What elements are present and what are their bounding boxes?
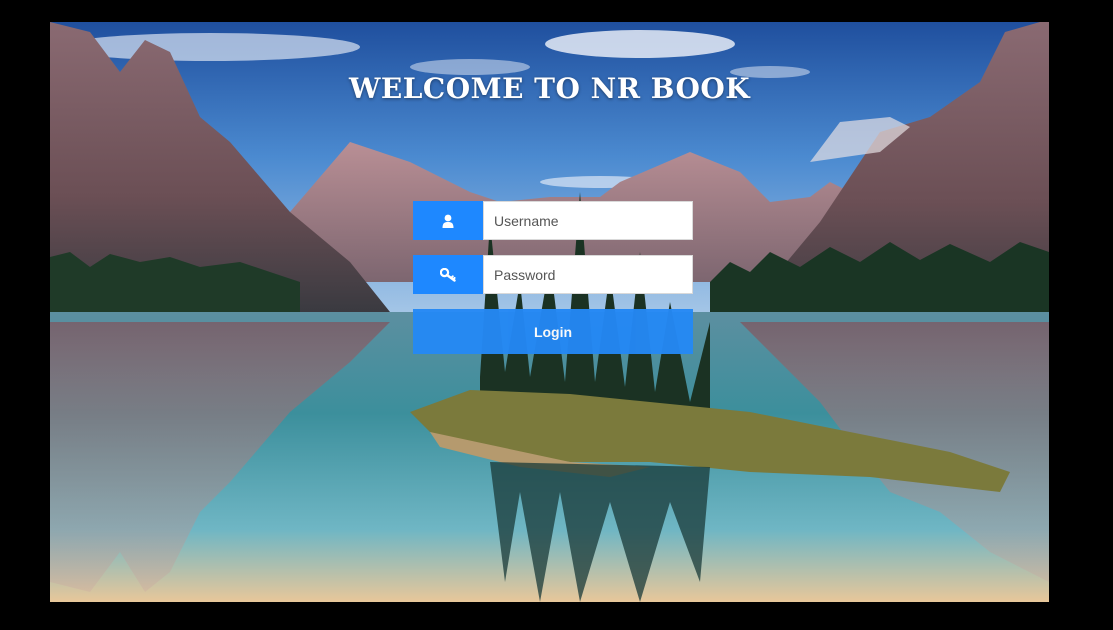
key-icon <box>413 255 483 294</box>
login-form: Login <box>413 201 693 354</box>
page-title: WELCOME TO NR BOOK <box>348 72 751 105</box>
username-input[interactable] <box>483 201 693 240</box>
user-icon <box>413 201 483 240</box>
username-row <box>413 201 693 240</box>
login-page: WELCOME TO NR BOOK Login <box>50 22 1049 602</box>
login-button[interactable]: Login <box>413 309 693 354</box>
password-input[interactable] <box>483 255 693 294</box>
password-row <box>413 255 693 294</box>
